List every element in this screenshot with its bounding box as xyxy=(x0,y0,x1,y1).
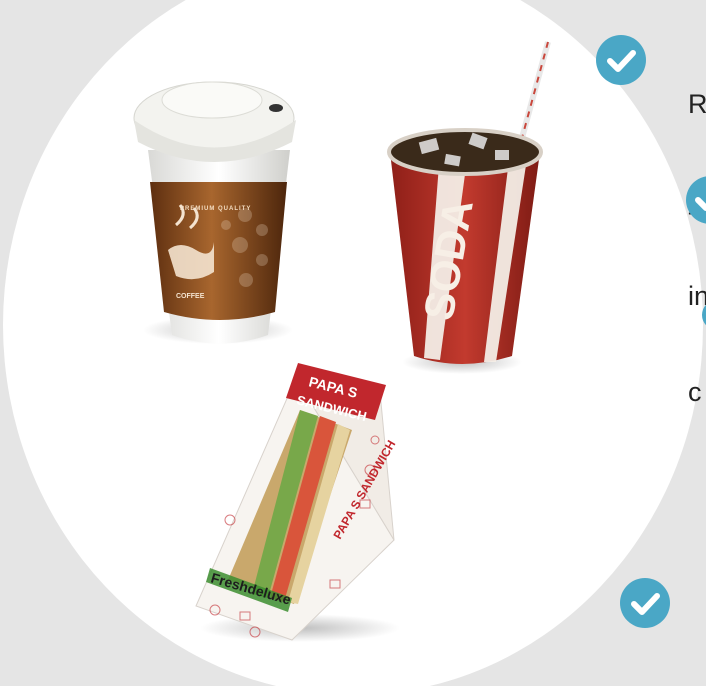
soda-cup: SODA xyxy=(387,41,551,374)
check-circle-icon xyxy=(596,35,646,85)
bullet-line-4: c xyxy=(688,377,702,407)
slide: PREMIUM QUALITY COFFEE SODA PAPA S SANDW… xyxy=(0,0,706,686)
coffee-label-text: COFFEE xyxy=(176,293,205,300)
bullet-text-block: R y in c xyxy=(688,24,706,472)
check-circle-icon xyxy=(686,176,706,224)
check-circle-icon xyxy=(620,578,670,628)
product-illustration: PREMIUM QUALITY COFFEE SODA PAPA S SANDW… xyxy=(133,41,551,642)
bullet-line-1: R xyxy=(688,89,706,119)
coffee-cup: PREMIUM QUALITY COFFEE xyxy=(133,81,296,344)
sandwich-package: PAPA S SANDWICH PAPA S SANDWICH Freshdel… xyxy=(195,363,400,642)
